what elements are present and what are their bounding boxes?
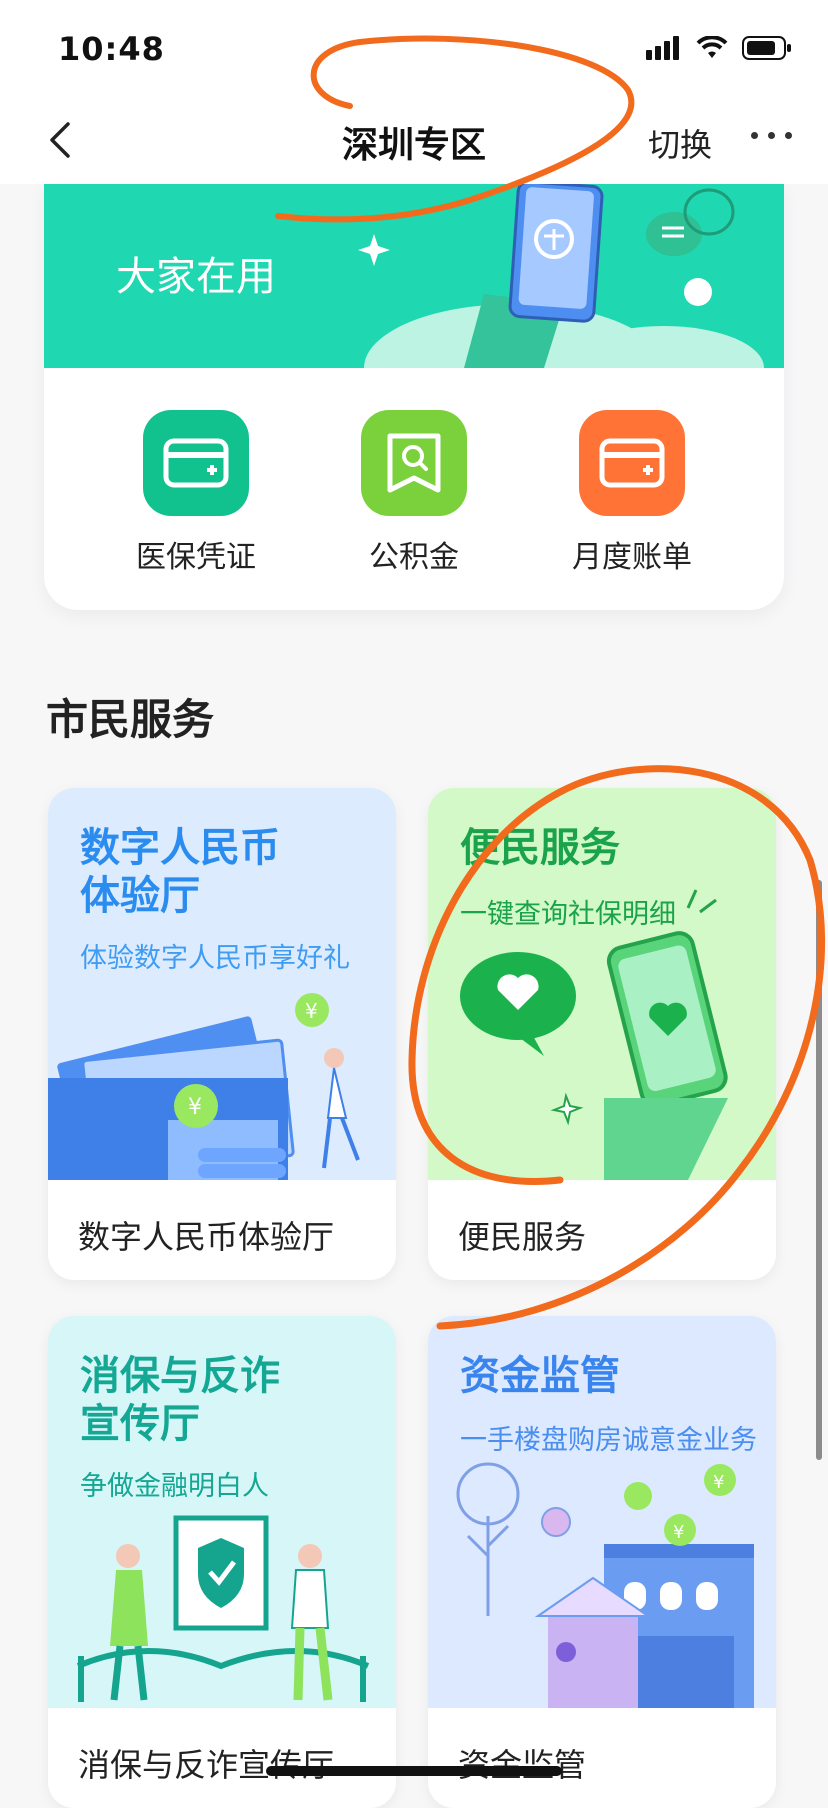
quick-action-label: 公积金 (369, 540, 459, 575)
service-card-digital-rmb[interactable]: ¥ ¥ 数字人民币 体验厅 体验数字人民币享好礼 数字人民币体验厅 (48, 788, 396, 1280)
banner-illustration (358, 184, 764, 368)
card-footer-label: 便民服务 (458, 1218, 587, 1256)
card-subtitle: 体验数字人民币享好礼 (80, 943, 350, 974)
quick-action-housing-fund[interactable]: 公积金 (324, 410, 504, 576)
nav-bar: 深圳专区 切换 (0, 96, 828, 184)
svg-text:¥: ¥ (305, 999, 318, 1023)
card-title: 资金监管 (460, 1353, 620, 1399)
card-subtitle: 一手楼盘购房诚意金业务 (460, 1425, 757, 1456)
switch-button[interactable]: 切换 (648, 120, 712, 166)
card-subtitle: 争做金融明白人 (80, 1471, 269, 1502)
battery-icon (742, 36, 791, 60)
bill-card-icon (579, 410, 685, 516)
card-subtitle: 一键查询社保明细 (460, 899, 676, 930)
card-footer-label: 数字人民币体验厅 (78, 1218, 335, 1256)
card-footer-label: 资金监管 (458, 1746, 587, 1784)
service-card-consumer-protection[interactable]: 消保与反诈 宣传厅 争做金融明白人 消保与反诈宣传厅 (48, 1316, 396, 1808)
card-footer-label: 消保与反诈宣传厅 (78, 1746, 335, 1784)
medical-card-icon (143, 410, 249, 516)
service-card-fund-supervision[interactable]: ¥ ¥ 资金监管 一手楼盘购房诚意金业务 资金监管 (428, 1316, 776, 1808)
quick-action-medical-voucher[interactable]: 医保凭证 (106, 410, 286, 576)
status-time: 10:48 (58, 30, 165, 68)
cellular-signal-icon (646, 36, 679, 60)
card-title: 消保与反诈 宣传厅 (80, 1353, 280, 1447)
quick-action-monthly-bill[interactable]: 月度账单 (542, 410, 722, 576)
home-indicator[interactable] (266, 1766, 562, 1776)
scrollbar[interactable] (816, 880, 822, 1460)
card-title: 数字人民币 体验厅 (80, 825, 280, 919)
status-bar: 10:48 (0, 0, 828, 96)
svg-text:¥: ¥ (673, 1522, 684, 1543)
popular-card: 大家在用 医保凭证 公积金 月度账单 (44, 184, 784, 610)
section-title: 市民服务 (46, 695, 215, 744)
svg-text:¥: ¥ (713, 1472, 724, 1493)
svg-text:¥: ¥ (188, 1095, 202, 1120)
housing-fund-icon (361, 410, 467, 516)
card-title: 便民服务 (460, 825, 620, 871)
quick-action-label: 医保凭证 (136, 540, 256, 575)
more-options-icon[interactable] (751, 132, 792, 139)
status-icons (646, 36, 792, 60)
quick-action-label: 月度账单 (572, 540, 692, 575)
banner[interactable]: 大家在用 (44, 184, 784, 368)
service-card-convenience[interactable]: 便民服务 一键查询社保明细 便民服务 (428, 788, 776, 1280)
wifi-icon (696, 36, 728, 58)
